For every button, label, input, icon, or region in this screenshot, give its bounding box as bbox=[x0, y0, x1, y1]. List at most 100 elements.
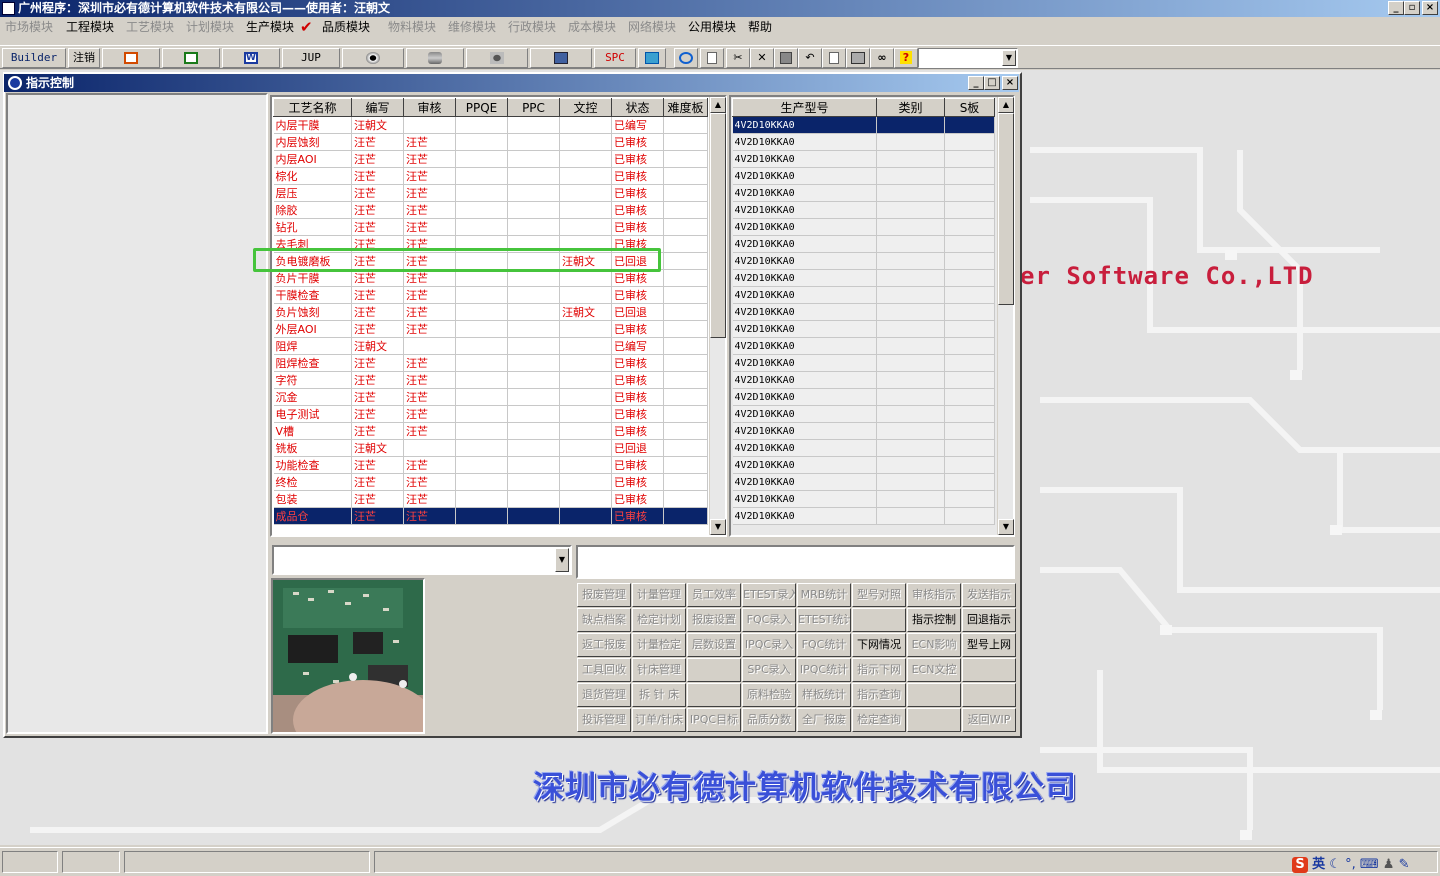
table-cell[interactable] bbox=[876, 235, 945, 253]
table-cell[interactable]: 汪芒 bbox=[351, 456, 404, 474]
function-button[interactable]: 全厂报废 bbox=[797, 708, 851, 732]
left-panel[interactable] bbox=[6, 93, 268, 734]
table-cell[interactable]: 汪芒 bbox=[351, 286, 404, 304]
table-cell[interactable]: 已编写 bbox=[611, 337, 664, 355]
table-cell[interactable] bbox=[507, 456, 560, 474]
table-cell[interactable] bbox=[507, 303, 560, 321]
table-cell[interactable] bbox=[559, 269, 612, 287]
table-cell[interactable] bbox=[876, 201, 945, 219]
function-button[interactable]: 原料检验 bbox=[742, 683, 796, 707]
table-cell[interactable]: 汪芒 bbox=[351, 133, 404, 151]
table-row[interactable]: 4V2D10KKA0 bbox=[732, 320, 995, 338]
table-cell[interactable]: 钻孔 bbox=[273, 218, 352, 236]
function-button[interactable]: IPQC目标 bbox=[687, 708, 741, 732]
table-cell[interactable] bbox=[663, 218, 708, 236]
function-button[interactable] bbox=[907, 708, 961, 732]
table-cell[interactable]: 已审核 bbox=[611, 405, 664, 423]
table-cell[interactable] bbox=[507, 116, 560, 134]
function-button[interactable]: 审核指示 bbox=[907, 583, 961, 607]
table-cell[interactable]: 汪芒 bbox=[403, 269, 456, 287]
table-cell[interactable] bbox=[507, 218, 560, 236]
ie-button[interactable] bbox=[674, 48, 698, 68]
model-cell[interactable]: 4V2D10KKA0 bbox=[732, 184, 877, 202]
model-col-header[interactable]: 类别 bbox=[876, 98, 945, 117]
table-cell[interactable] bbox=[944, 490, 995, 508]
table-cell[interactable]: 成品仓 bbox=[273, 507, 352, 525]
table-row[interactable]: 4V2D10KKA0 bbox=[732, 286, 995, 304]
function-button[interactable]: 返工报废 bbox=[577, 633, 631, 657]
table-row[interactable]: 外层AOI 汪芒 汪芒 已审核 bbox=[273, 320, 708, 338]
menu-item-6[interactable]: 物料模块 bbox=[388, 17, 436, 37]
table-cell[interactable] bbox=[559, 116, 612, 134]
table-row[interactable]: 负片蚀刻 汪芒 汪芒 汪朝文 已回退 bbox=[273, 303, 708, 321]
table-cell[interactable] bbox=[455, 405, 508, 423]
wrench-icon[interactable]: ✎ bbox=[1399, 857, 1410, 872]
table-cell[interactable]: 汪朝文 bbox=[351, 337, 404, 355]
table-row[interactable]: 沉金 汪芒 汪芒 已审核 bbox=[273, 388, 708, 406]
table-cell[interactable]: 汪芒 bbox=[351, 201, 404, 219]
model-col-header[interactable]: S板 bbox=[944, 98, 995, 117]
model-cell[interactable]: 4V2D10KKA0 bbox=[732, 150, 877, 168]
table-cell[interactable] bbox=[507, 133, 560, 151]
table-cell[interactable]: 已审核 bbox=[611, 320, 664, 338]
table-cell[interactable] bbox=[944, 320, 995, 338]
table-cell[interactable] bbox=[876, 422, 945, 440]
table-cell[interactable] bbox=[944, 354, 995, 372]
table-row[interactable]: 钻孔 汪芒 汪芒 已审核 bbox=[273, 218, 708, 236]
table-cell[interactable]: 内层干膜 bbox=[273, 116, 352, 134]
table-cell[interactable]: 汪芒 bbox=[403, 388, 456, 406]
table-cell[interactable] bbox=[559, 507, 612, 525]
table-cell[interactable]: 外层AOI bbox=[273, 320, 352, 338]
function-button[interactable]: 品质分数 bbox=[742, 708, 796, 732]
table-cell[interactable] bbox=[455, 201, 508, 219]
table-cell[interactable]: 汪芒 bbox=[403, 371, 456, 389]
function-button[interactable]: 员工效率 bbox=[687, 583, 741, 607]
function-button[interactable]: 检定计划 bbox=[632, 608, 686, 632]
function-button[interactable]: 型号上网 bbox=[962, 633, 1016, 657]
table-cell[interactable] bbox=[559, 218, 612, 236]
table-cell[interactable] bbox=[944, 507, 995, 525]
table-cell[interactable] bbox=[876, 286, 945, 304]
function-button[interactable]: 报废管理 bbox=[577, 583, 631, 607]
menu-item-9[interactable]: 成本模块 bbox=[568, 17, 616, 37]
table-row[interactable]: 字符 汪芒 汪芒 已审核 bbox=[273, 371, 708, 389]
table-cell[interactable] bbox=[944, 269, 995, 287]
menu-item-7[interactable]: 维修模块 bbox=[448, 17, 496, 37]
table-cell[interactable] bbox=[455, 286, 508, 304]
table-cell[interactable] bbox=[663, 507, 708, 525]
table-cell[interactable]: 已审核 bbox=[611, 354, 664, 372]
table-cell[interactable]: 电子测试 bbox=[273, 405, 352, 423]
table-row[interactable]: 棕化 汪芒 汪芒 已审核 bbox=[273, 167, 708, 185]
table-row[interactable]: 铣板 汪朝文 已回退 bbox=[273, 439, 708, 457]
menu-item-12[interactable]: 帮助 bbox=[748, 17, 772, 37]
minimize-button[interactable]: _ bbox=[1388, 1, 1404, 15]
process-col-header[interactable]: 难度板 bbox=[663, 98, 708, 117]
table-cell[interactable] bbox=[663, 473, 708, 491]
user-icon[interactable]: ♟ bbox=[1383, 857, 1395, 872]
menu-item-10[interactable]: 网络模块 bbox=[628, 17, 676, 37]
table-cell[interactable] bbox=[663, 439, 708, 457]
function-button[interactable]: ETEST统计 bbox=[797, 608, 851, 632]
function-button[interactable] bbox=[687, 658, 741, 682]
table-cell[interactable]: 汪芒 bbox=[351, 167, 404, 185]
table-cell[interactable] bbox=[559, 150, 612, 168]
help-button[interactable]: ? bbox=[894, 48, 918, 68]
table-cell[interactable]: 汪芒 bbox=[351, 507, 404, 525]
table-cell[interactable]: 包装 bbox=[273, 490, 352, 508]
table-cell[interactable]: 已审核 bbox=[611, 269, 664, 287]
table-cell[interactable] bbox=[944, 439, 995, 457]
ime-lang-label[interactable]: 英 bbox=[1312, 857, 1325, 872]
table-row[interactable]: 4V2D10KKA0 bbox=[732, 354, 995, 372]
table-cell[interactable] bbox=[455, 456, 508, 474]
table-cell[interactable]: 沉金 bbox=[273, 388, 352, 406]
model-cell[interactable]: 4V2D10KKA0 bbox=[732, 269, 877, 287]
table-cell[interactable] bbox=[507, 184, 560, 202]
table-cell[interactable] bbox=[876, 303, 945, 321]
table-cell[interactable] bbox=[663, 405, 708, 423]
table-cell[interactable] bbox=[507, 150, 560, 168]
table-cell[interactable] bbox=[944, 150, 995, 168]
scroll-thumb[interactable] bbox=[710, 113, 726, 338]
function-button[interactable]: 型号对照 bbox=[852, 583, 906, 607]
table-cell[interactable] bbox=[507, 354, 560, 372]
table-cell[interactable]: 汪芒 bbox=[403, 218, 456, 236]
